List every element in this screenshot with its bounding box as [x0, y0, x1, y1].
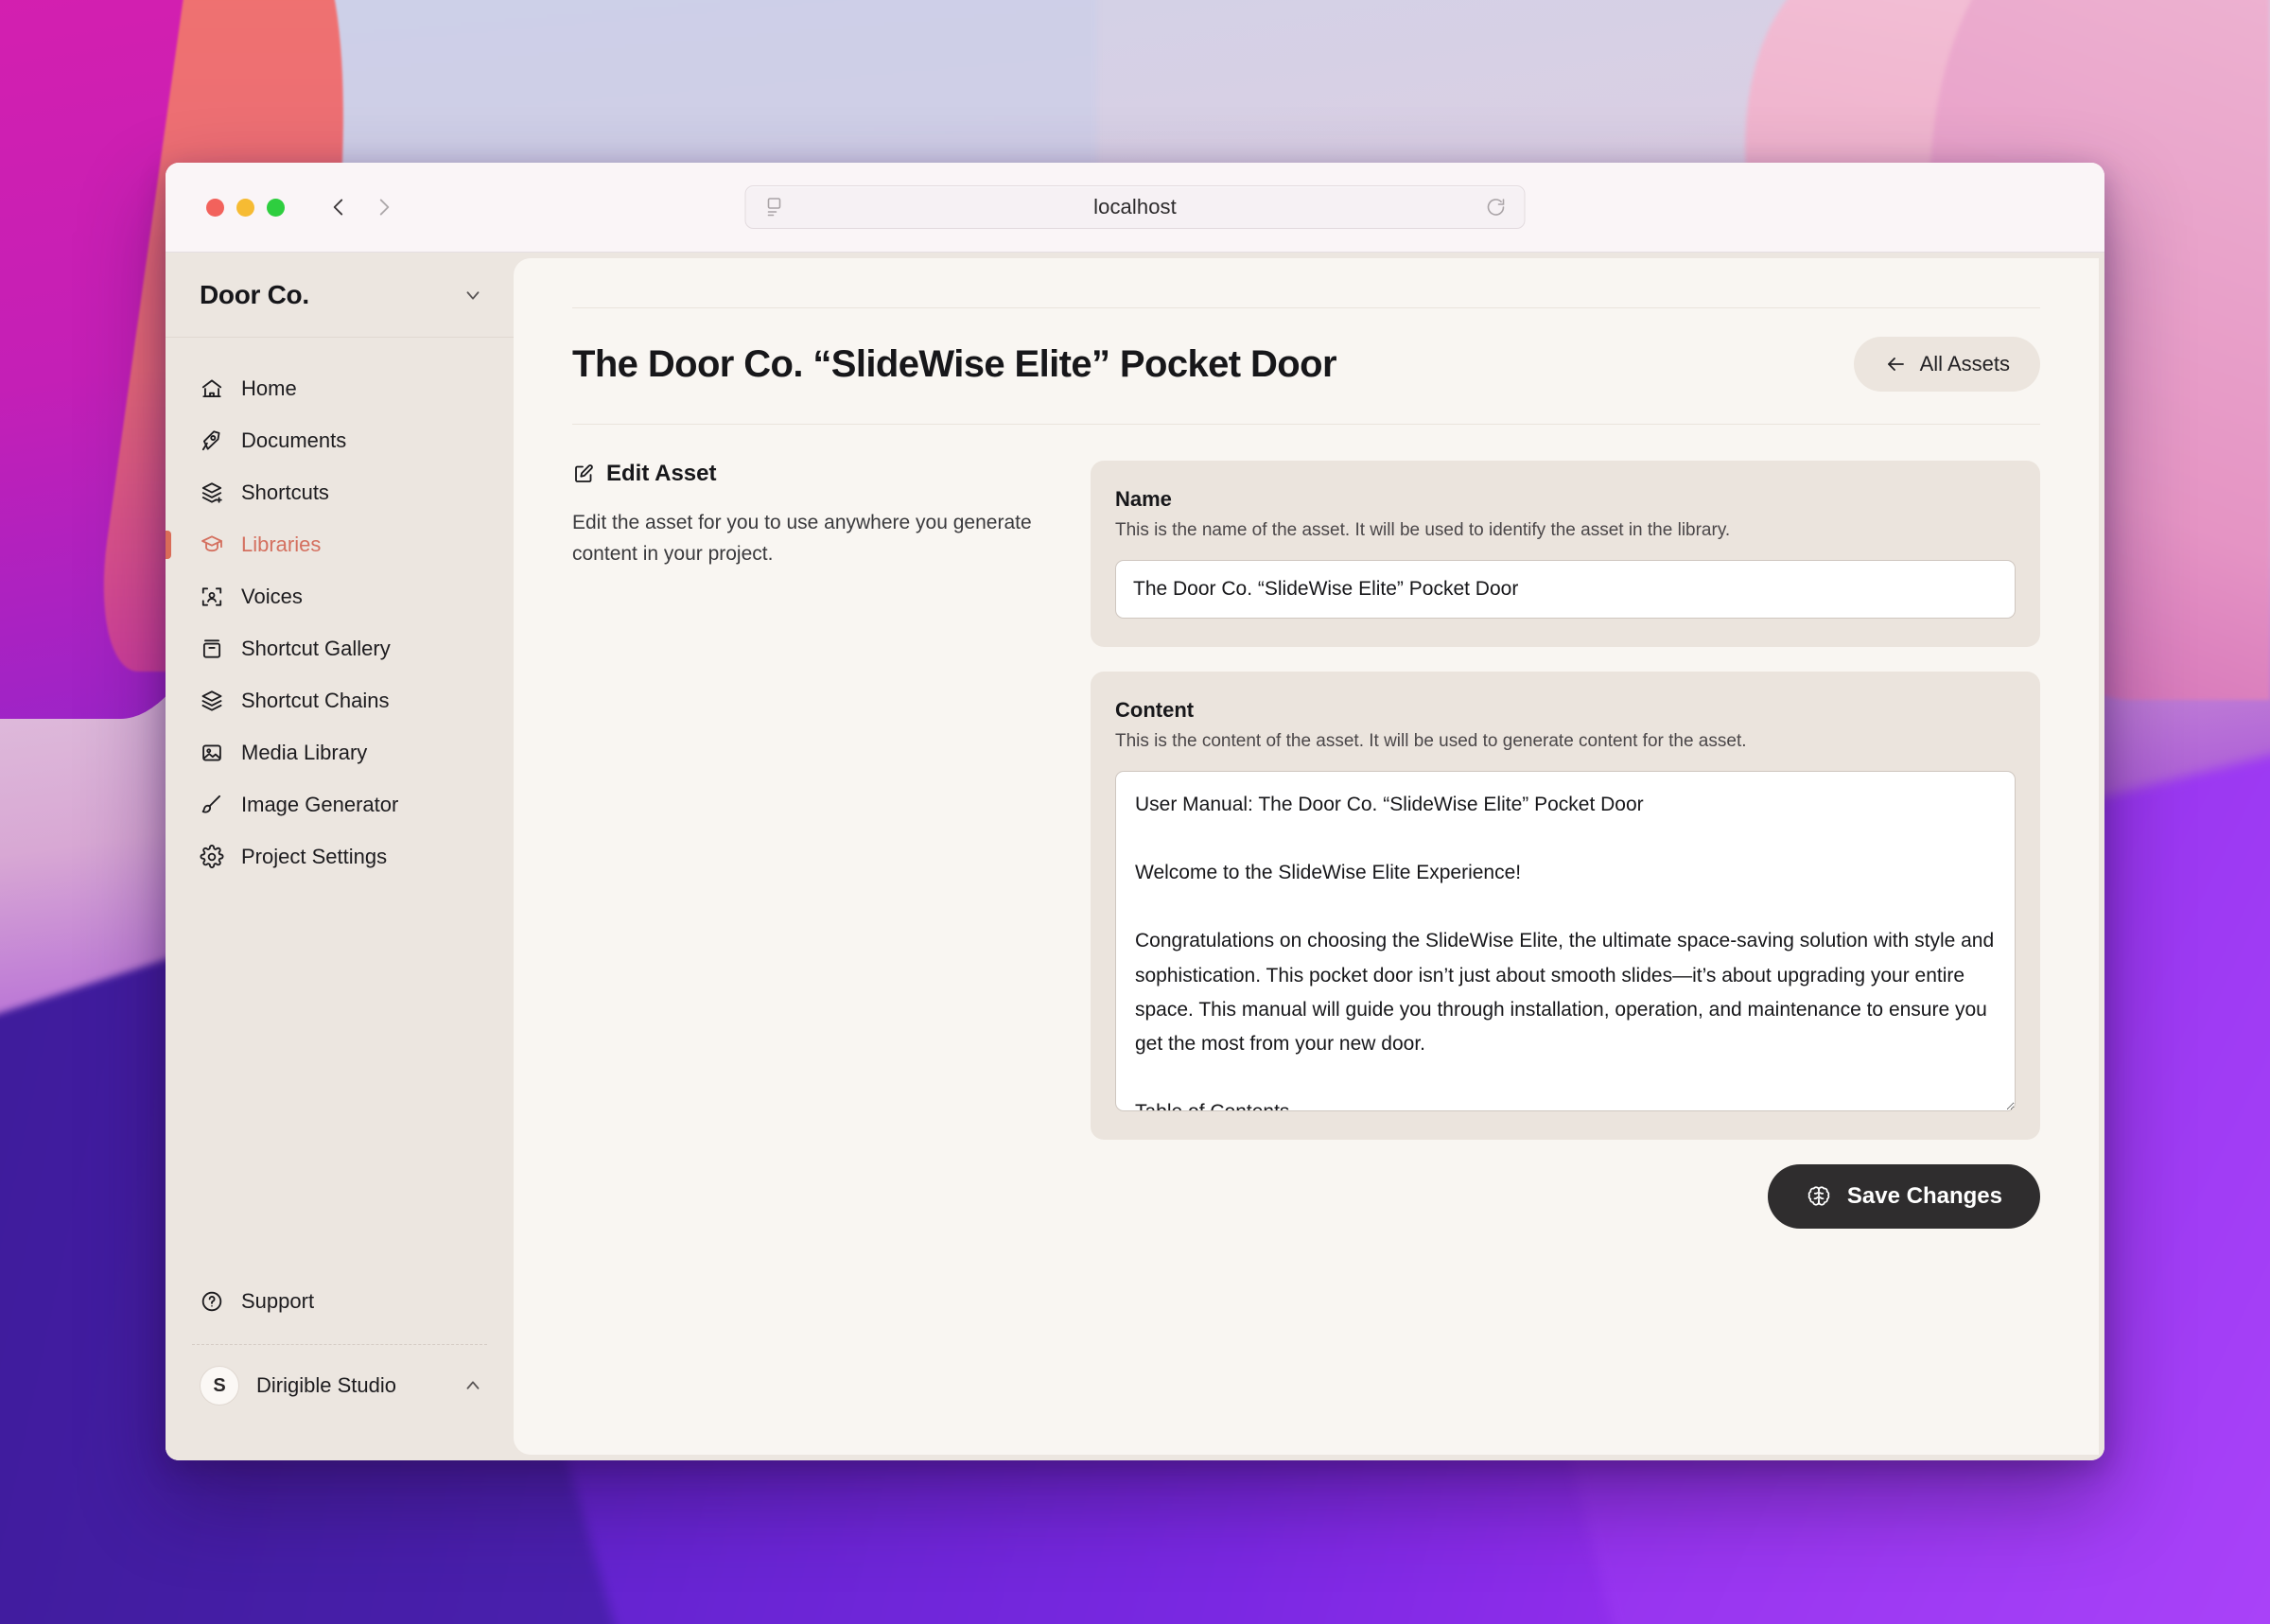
save-changes-button[interactable]: Save Changes: [1767, 1164, 2040, 1229]
user-account-switcher[interactable]: S Dirigible Studio: [166, 1345, 514, 1434]
all-assets-label: All Assets: [1919, 352, 2010, 375]
sidebar-item-voices[interactable]: Voices: [166, 570, 514, 622]
content-card-title: Content: [1115, 698, 1195, 722]
asset-name-input[interactable]: [1115, 560, 2016, 619]
url-text: localhost: [1093, 195, 1177, 218]
edit-asset-heading: Edit Asset: [572, 461, 1034, 487]
sidebar-item-documents[interactable]: Documents: [166, 414, 514, 466]
sidebar-item-label: Libraries: [241, 532, 322, 556]
edit-asset-description: Edit the asset for you to use anywhere y…: [572, 512, 1032, 565]
browser-toolbar: localhost: [166, 163, 2104, 253]
page-title: The Door Co. “SlideWise Elite” Pocket Do…: [572, 342, 1337, 385]
content-card-description: This is the content of the asset. It wil…: [1115, 731, 1747, 751]
maximize-window-button[interactable]: [267, 198, 285, 217]
sidebar-item-label: Support: [241, 1288, 315, 1313]
sidebar-item-label: Shortcut Chains: [241, 688, 390, 712]
sidebar-item-project-settings[interactable]: Project Settings: [166, 830, 514, 882]
main-content: The Door Co. “SlideWise Elite” Pocket Do…: [514, 258, 2099, 1455]
sidebar-item-libraries[interactable]: Libraries: [166, 518, 514, 570]
sidebar-item-label: Project Settings: [241, 844, 388, 868]
user-name: Dirigible Studio: [256, 1373, 396, 1397]
sidebar-item-label: Media Library: [241, 740, 368, 764]
sidebar-item-label: Documents: [241, 428, 347, 452]
name-card: Name This is the name of the asset. It w…: [1091, 461, 2040, 647]
window-body: Door Co. Home Documents Shortcuts Librar…: [166, 253, 2104, 1460]
brain-icon: [1807, 1186, 1830, 1206]
layers-stack-icon: [201, 690, 222, 711]
edit-square-icon: [575, 464, 593, 482]
sidebar-item-label: Image Generator: [241, 792, 399, 816]
form-column: Name This is the name of the asset. It w…: [1091, 461, 2040, 1229]
sidebar-toggle-icon[interactable]: [763, 196, 786, 218]
browser-nav-buttons: [326, 195, 396, 219]
sidebar-item-label: Voices: [241, 584, 303, 608]
name-card-description: This is the name of the asset. It will b…: [1115, 520, 1731, 540]
pen-nib-icon: [201, 429, 220, 450]
window-traffic-lights: [206, 198, 285, 217]
content-columns: Edit Asset Edit the asset for you to use…: [572, 425, 2040, 1229]
sidebar-item-shortcuts[interactable]: Shortcuts: [166, 466, 514, 518]
back-arrow-icon[interactable]: [326, 195, 351, 219]
content-card: Content This is the content of the asset…: [1091, 672, 2040, 1140]
desktop-wallpaper: localhost Door Co. Home Documents Shortc…: [0, 0, 2270, 1624]
sidebar-item-home[interactable]: Home: [166, 362, 514, 414]
browser-window: localhost Door Co. Home Documents Shortc…: [166, 163, 2104, 1460]
sidebar-item-label: Home: [241, 375, 297, 400]
chevron-up-icon[interactable]: [463, 1375, 483, 1396]
gear-icon: [200, 844, 224, 868]
name-card-title: Name: [1115, 487, 1172, 511]
sidebar-footer: Support S Dirigible Studio: [166, 1275, 514, 1460]
workspace-name: Door Co.: [200, 279, 309, 309]
sidebar-item-support[interactable]: Support: [166, 1275, 514, 1327]
save-row: Save Changes: [1091, 1164, 2040, 1229]
avatar: S: [200, 1366, 239, 1406]
image-icon: [202, 743, 221, 761]
asset-content-textarea[interactable]: [1115, 771, 2016, 1111]
workspace-switcher[interactable]: Door Co.: [166, 253, 514, 338]
active-item-indicator: [166, 531, 171, 559]
home-icon: [201, 378, 222, 397]
sidebar-item-label: Shortcuts: [241, 480, 329, 504]
chevron-down-icon[interactable]: [463, 285, 483, 306]
sidebar-item-image-generator[interactable]: Image Generator: [166, 778, 514, 830]
edit-asset-title: Edit Asset: [606, 461, 717, 486]
sidebar-item-media-library[interactable]: Media Library: [166, 726, 514, 778]
graduation-cap-icon: [201, 534, 222, 551]
sidebar-item-label: Shortcut Gallery: [241, 636, 391, 660]
close-window-button[interactable]: [206, 198, 224, 217]
arrow-left-icon: [1887, 358, 1904, 371]
address-bar[interactable]: localhost: [744, 185, 1526, 229]
sidebar-item-shortcut-gallery[interactable]: Shortcut Gallery: [166, 622, 514, 674]
archive-box-icon: [202, 638, 221, 658]
save-changes-label: Save Changes: [1846, 1183, 2002, 1209]
sidebar-nav: Home Documents Shortcuts Libraries Voice…: [166, 338, 514, 1275]
edit-asset-description-column: Edit Asset Edit the asset for you to use…: [572, 461, 1091, 1229]
all-assets-button[interactable]: All Assets: [1853, 337, 2040, 392]
minimize-window-button[interactable]: [236, 198, 254, 217]
reload-icon[interactable]: [1485, 196, 1508, 218]
voice-scan-icon: [201, 586, 222, 606]
forward-arrow-icon[interactable]: [372, 195, 396, 219]
layers-plus-icon: [201, 481, 222, 503]
question-circle-icon: [201, 1291, 222, 1311]
sidebar-item-shortcut-chains[interactable]: Shortcut Chains: [166, 674, 514, 726]
sidebar: Door Co. Home Documents Shortcuts Librar…: [166, 253, 514, 1460]
paint-brush-icon: [201, 795, 221, 813]
page-header: The Door Co. “SlideWise Elite” Pocket Do…: [572, 308, 2040, 424]
